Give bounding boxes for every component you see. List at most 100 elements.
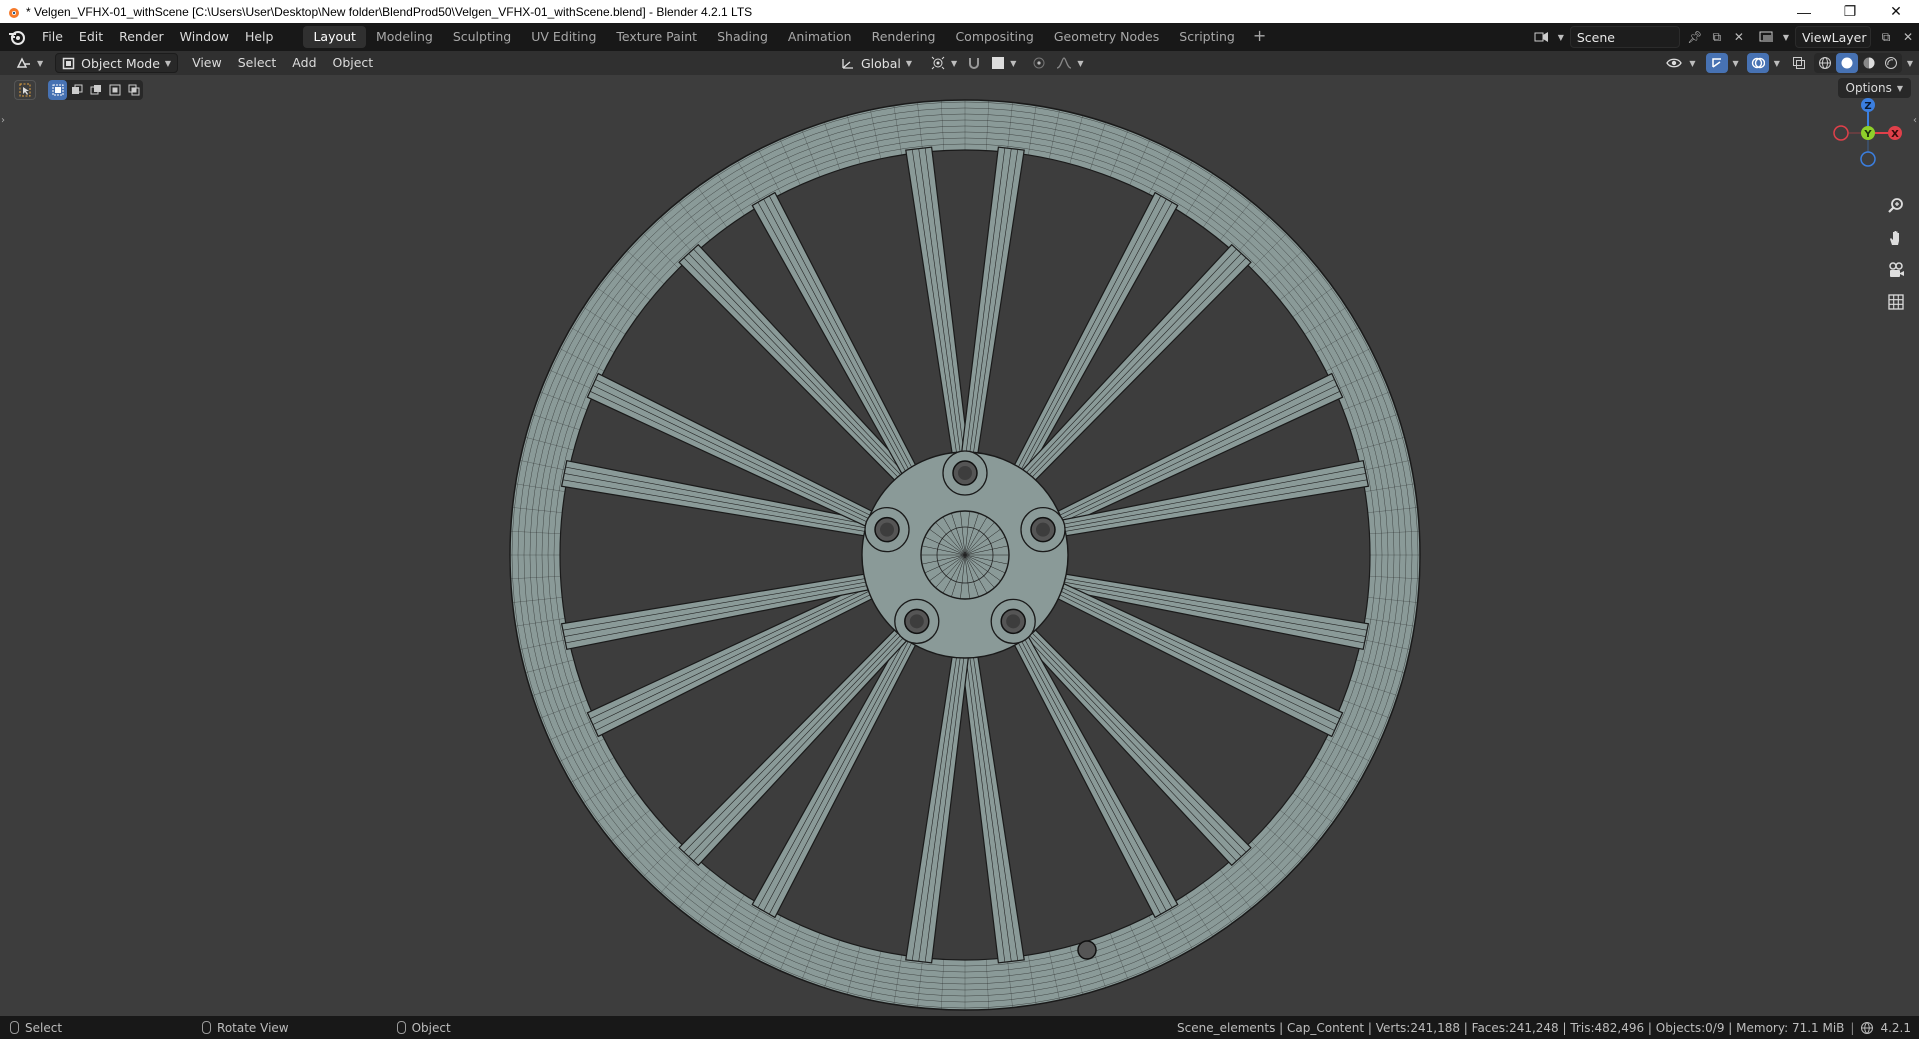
tab-shading[interactable]: Shading: [707, 26, 778, 48]
select-extend-icon[interactable]: [67, 80, 86, 100]
view-layer-field[interactable]: ViewLayer: [1795, 26, 1871, 48]
view-layer-name: ViewLayer: [1802, 29, 1867, 45]
gizmo-neg-x-axis[interactable]: [1833, 125, 1849, 141]
solid-shading-icon[interactable]: [1835, 53, 1858, 73]
orientation-dropdown[interactable]: Global ▼: [835, 53, 918, 73]
scene-selector-icon[interactable]: [1531, 26, 1553, 48]
scene-name-field[interactable]: Scene: [1569, 26, 1680, 48]
spoke: [905, 638, 972, 964]
tab-uv-editing[interactable]: UV Editing: [521, 26, 606, 48]
orientation-label: Global: [861, 55, 901, 71]
overlays-options-chevron-icon[interactable]: ▼: [1774, 59, 1780, 68]
close-window-button[interactable]: ✕: [1873, 0, 1919, 23]
status-rotate-view: Rotate View: [202, 1021, 289, 1035]
object-mode-icon: [62, 57, 75, 69]
blender-logo-icon[interactable]: [8, 28, 26, 46]
select-intersect-icon[interactable]: [124, 80, 143, 100]
rendered-shading-icon[interactable]: [1880, 53, 1902, 73]
menu-file[interactable]: File: [34, 26, 71, 48]
xray-toggle-icon[interactable]: [1788, 53, 1810, 73]
viewport-display-controls: ▼ ▼ ▼ ▼: [1660, 53, 1913, 73]
mouse-middle-icon: [202, 1021, 212, 1034]
camera-view-icon[interactable]: [1882, 257, 1910, 283]
maximize-button[interactable]: ❐: [1827, 0, 1873, 23]
status-bar: Select Rotate View Object Scene_elements…: [0, 1016, 1919, 1039]
pin-icon[interactable]: 📌︎: [1684, 26, 1706, 48]
navigation-gizmo[interactable]: Z X Y: [1820, 85, 1910, 175]
material-preview-icon[interactable]: [1858, 53, 1880, 73]
viewport-menu-add[interactable]: Add: [284, 52, 324, 74]
status-object-label: Object: [411, 1020, 451, 1035]
wheel-rim-model[interactable]: [500, 90, 1430, 1016]
menu-edit[interactable]: Edit: [71, 26, 111, 48]
add-workspace-button[interactable]: +: [1245, 26, 1274, 48]
status-select: Select: [10, 1021, 62, 1035]
viewport-header: ▼ Object Mode ▼ View Select Add Object G…: [0, 51, 1919, 75]
wireframe-shading-icon[interactable]: [1814, 53, 1836, 73]
viewport-menu-view[interactable]: View: [184, 52, 230, 74]
select-invert-icon[interactable]: [105, 80, 124, 100]
tab-texture-paint[interactable]: Texture Paint: [606, 26, 707, 48]
select-new-icon[interactable]: [48, 80, 67, 100]
status-object: Object: [396, 1020, 451, 1035]
tab-sculpting[interactable]: Sculpting: [443, 26, 521, 48]
mode-label: Object Mode: [81, 55, 160, 71]
snap-target-dropdown[interactable]: ▼: [985, 53, 1022, 73]
tab-animation[interactable]: Animation: [778, 26, 862, 48]
eye-icon: [1666, 58, 1683, 68]
zoom-icon[interactable]: [1882, 193, 1910, 219]
viewport-menu-object[interactable]: Object: [325, 52, 382, 74]
new-view-layer-icon[interactable]: ⧉: [1875, 26, 1897, 48]
editor-type-dropdown[interactable]: ▼: [10, 53, 49, 73]
mode-dropdown[interactable]: Object Mode ▼: [55, 53, 179, 73]
chevron-down-icon[interactable]: ▼: [1558, 33, 1564, 42]
new-scene-icon[interactable]: ⧉: [1706, 26, 1728, 48]
3d-viewport[interactable]: › ‹ Options ▼ Z X Y: [0, 75, 1919, 1016]
navigation-tools: [1882, 193, 1910, 315]
menu-window[interactable]: Window: [172, 26, 237, 48]
minimize-button[interactable]: —: [1781, 0, 1827, 23]
select-tool-icon[interactable]: [14, 80, 36, 100]
select-subtract-icon[interactable]: [86, 80, 105, 100]
gizmo-toggle-icon[interactable]: [1705, 53, 1728, 73]
visibility-dropdown[interactable]: ▼: [1660, 53, 1701, 73]
grid-ortho-icon[interactable]: [1882, 289, 1910, 315]
view-layer-icon[interactable]: [1756, 26, 1778, 48]
menu-render[interactable]: Render: [111, 26, 172, 48]
top-bar: File Edit Render Window Help Layout Mode…: [0, 23, 1919, 51]
scene-stats-text: Scene_elements | Cap_Content | Verts:241…: [1177, 1020, 1845, 1035]
sidebar-expand-arrow-icon[interactable]: ‹: [1913, 115, 1917, 126]
tab-modeling[interactable]: Modeling: [366, 26, 443, 48]
menu-help[interactable]: Help: [237, 26, 282, 48]
gizmo-options-chevron-icon[interactable]: ▼: [1733, 59, 1739, 68]
remove-view-layer-icon[interactable]: ✕: [1897, 26, 1919, 48]
shading-options-chevron-icon[interactable]: ▼: [1907, 59, 1913, 68]
tab-layout[interactable]: Layout: [303, 26, 366, 48]
snap-toggle-icon[interactable]: [963, 53, 985, 73]
gizmo-y-label: Y: [1863, 129, 1872, 140]
window-title: * Velgen_VFHX-01_withScene [C:\Users\Use…: [26, 4, 753, 19]
scene-statistics: Scene_elements | Cap_Content | Verts:241…: [1177, 1020, 1911, 1035]
transform-controls: Global ▼ ▼ ▼ ▼: [835, 53, 1090, 73]
falloff-dropdown[interactable]: ▼: [1050, 53, 1089, 73]
toolbar-expand-arrow-icon[interactable]: ›: [1, 115, 5, 126]
tab-geometry-nodes[interactable]: Geometry Nodes: [1044, 26, 1169, 48]
valve-stem: [1077, 940, 1097, 960]
window-titlebar: * Velgen_VFHX-01_withScene [C:\Users\Use…: [0, 0, 1919, 23]
tab-scripting[interactable]: Scripting: [1169, 26, 1245, 48]
pivot-dropdown[interactable]: ▼: [924, 53, 963, 73]
tab-compositing[interactable]: Compositing: [945, 26, 1043, 48]
chevron-down-icon[interactable]: ▼: [1783, 33, 1789, 42]
orientation-icon: [842, 58, 853, 69]
remove-scene-icon[interactable]: ✕: [1728, 26, 1750, 48]
proportional-edit-icon[interactable]: [1028, 53, 1050, 73]
viewport-menu-select[interactable]: Select: [230, 52, 285, 74]
snap-increment-icon: [992, 57, 1005, 69]
overlays-toggle-icon[interactable]: [1746, 53, 1769, 73]
blender-app-icon: [9, 7, 19, 18]
spoke: [958, 146, 1025, 472]
tab-rendering[interactable]: Rendering: [862, 26, 946, 48]
pan-hand-icon[interactable]: [1882, 225, 1910, 251]
gizmo-neg-z-axis[interactable]: [1860, 151, 1876, 167]
status-rotate-label: Rotate View: [217, 1020, 289, 1035]
